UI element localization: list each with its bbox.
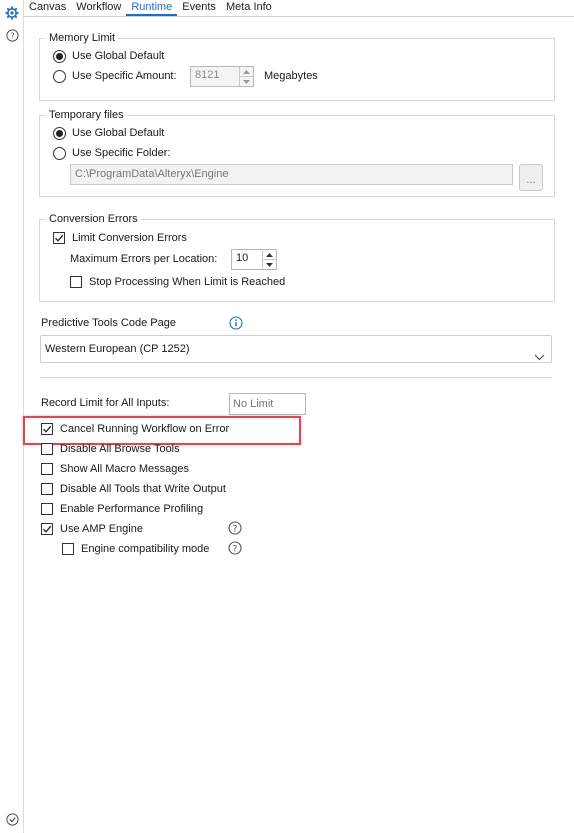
predictive-label: Predictive Tools Code Page (41, 317, 176, 329)
limit-errors-label: Limit Conversion Errors (72, 232, 187, 244)
tab-runtime[interactable]: Runtime (126, 0, 178, 16)
show-macro-checkbox[interactable]: Show All Macro Messages (41, 461, 189, 477)
memory-limit-title: Memory Limit (46, 31, 119, 45)
checkbox-unchecked[interactable] (41, 463, 53, 475)
megabytes-text: Megabytes (264, 68, 318, 84)
checkbox-unchecked[interactable] (41, 443, 53, 455)
predictive-code-page-heading: Predictive Tools Code Page (41, 315, 176, 331)
perf-profiling-checkbox[interactable]: Enable Performance Profiling (41, 501, 203, 517)
chevron-down-icon[interactable] (263, 259, 276, 269)
conversion-errors-title: Conversion Errors (46, 212, 141, 226)
radio-selected[interactable] (53, 49, 66, 63)
checkbox-unchecked[interactable] (62, 543, 74, 555)
tab-bar: Canvas Workflow Runtime Events Meta Info (24, 0, 574, 17)
tab-canvas[interactable]: Canvas (24, 0, 71, 16)
limit-errors-checkbox[interactable]: Limit Conversion Errors (53, 230, 187, 246)
left-rail: ? (0, 0, 24, 833)
tab-meta-info[interactable]: Meta Info (221, 0, 277, 16)
chevron-down-icon[interactable] (240, 76, 253, 86)
megabytes-label: Megabytes (264, 70, 318, 82)
memory-global-label: Use Global Default (72, 50, 165, 62)
radio-selected[interactable] (53, 126, 66, 140)
temp-global-label: Use Global Default (72, 127, 165, 139)
memory-global-radio[interactable]: Use Global Default (53, 48, 164, 64)
code-page-select[interactable]: Western European (CP 1252) (40, 335, 552, 363)
svg-text:?: ? (10, 31, 14, 40)
temp-specific-radio[interactable]: Use Specific Folder: (53, 145, 170, 161)
tab-workflow[interactable]: Workflow (71, 0, 126, 16)
temp-specific-label: Use Specific Folder: (72, 147, 171, 159)
disable-output-label: Disable All Tools that Write Output (60, 483, 226, 495)
temp-files-title: Temporary files (46, 108, 127, 122)
engine-compat-checkbox[interactable]: Engine compatibility mode (62, 541, 209, 557)
browse-button[interactable]: ... (519, 164, 543, 191)
checkbox-unchecked[interactable] (41, 503, 53, 515)
memory-amount-stepper[interactable]: 8121 (190, 66, 254, 87)
radio-unselected[interactable] (53, 69, 66, 83)
memory-specific-radio[interactable]: Use Specific Amount: (53, 68, 177, 84)
disable-output-checkbox[interactable]: Disable All Tools that Write Output (41, 481, 226, 497)
tab-events[interactable]: Events (177, 0, 221, 16)
record-limit-text: Record Limit for All Inputs: (41, 395, 169, 411)
memory-amount-value: 8121 (195, 69, 220, 81)
check-circle-icon[interactable] (5, 812, 19, 826)
stop-processing-label: Stop Processing When Limit is Reached (89, 276, 286, 288)
engine-compat-label: Engine compatibility mode (81, 543, 210, 555)
checkbox-checked[interactable] (41, 523, 53, 535)
memory-specific-label: Use Specific Amount: (72, 70, 177, 82)
code-page-value: Western European (CP 1252) (45, 343, 190, 355)
disable-browse-label: Disable All Browse Tools (60, 443, 180, 455)
help-icon[interactable]: ? (228, 541, 242, 555)
checkbox-unchecked[interactable] (41, 483, 53, 495)
chevron-up-icon[interactable] (240, 67, 253, 76)
svg-text:?: ? (233, 544, 238, 554)
temp-folder-path-field[interactable]: C:\ProgramData\Alteryx\Engine (70, 164, 513, 185)
amp-engine-checkbox[interactable]: Use AMP Engine (41, 521, 143, 537)
record-limit-input[interactable] (229, 393, 306, 415)
help-icon[interactable]: ? (228, 521, 242, 535)
perf-profiling-label: Enable Performance Profiling (60, 503, 204, 515)
disable-browse-checkbox[interactable]: Disable All Browse Tools (41, 441, 180, 457)
checkbox-unchecked[interactable] (70, 276, 82, 288)
max-errors-value: 10 (236, 252, 249, 264)
max-errors-label: Maximum Errors per Location: (70, 253, 218, 265)
amp-engine-label: Use AMP Engine (60, 523, 143, 535)
temp-global-radio[interactable]: Use Global Default (53, 125, 164, 141)
help-icon[interactable]: ? (5, 28, 19, 42)
chevron-up-icon[interactable] (263, 250, 276, 259)
gear-icon[interactable] (5, 6, 19, 20)
radio-unselected[interactable] (53, 146, 66, 160)
svg-text:?: ? (233, 524, 238, 534)
record-limit-label: Record Limit for All Inputs: (41, 397, 170, 409)
max-errors-stepper[interactable]: 10 (231, 249, 277, 270)
max-errors-text: Maximum Errors per Location: (70, 251, 217, 267)
info-icon[interactable] (229, 316, 243, 330)
show-macro-label: Show All Macro Messages (60, 463, 189, 475)
section-divider (40, 377, 552, 378)
chevron-down-icon (534, 345, 545, 371)
stop-processing-checkbox[interactable]: Stop Processing When Limit is Reached (70, 274, 285, 290)
checkbox-checked[interactable] (53, 232, 65, 244)
